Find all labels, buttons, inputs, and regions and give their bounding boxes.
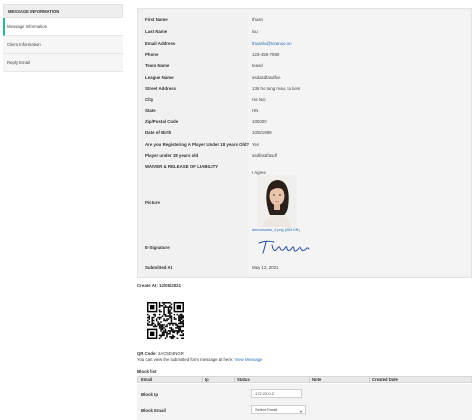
block-list-title: Block list (137, 369, 157, 374)
field-value: asdfasdfasdf (252, 153, 277, 158)
field-value: May 12, 2021 (252, 265, 279, 270)
column-header-ip: Ip (205, 377, 209, 382)
block-email-select-value: Select Email (255, 407, 278, 412)
column-divider (369, 377, 370, 383)
column-divider (202, 377, 203, 383)
values-column (248, 11, 470, 275)
field-label: State (145, 108, 156, 113)
field-value: 123-456-7890 (252, 52, 280, 57)
column-divider (309, 377, 310, 383)
field-label: Submitted At (145, 265, 173, 270)
qr-note: You can view the submitted form message … (137, 357, 262, 362)
block-form: Block Ip 172.22.0.2 Block Email Select E… (137, 384, 472, 420)
picture-file-link[interactable]: demoavatar_4.png (484 KB) (252, 228, 300, 232)
field-value: asdasdfasdfee (252, 75, 281, 80)
block-ip-label: Block Ip (141, 392, 159, 397)
qr-code-image (147, 302, 185, 340)
field-label: Picture (145, 200, 160, 205)
message-details-panel: First Name thuan Last Name luu Email Add… (137, 8, 472, 278)
qr-code-value: 2AC5D4NGR (158, 351, 184, 356)
field-label: WAIVER & RELEASE OF LIABILITY (145, 164, 219, 169)
block-email-select[interactable]: Select Email ▾ (251, 405, 306, 414)
qr-code-icon (147, 302, 185, 340)
avatar-photo (257, 175, 297, 227)
field-label: Last Name (145, 29, 168, 34)
field-value: thuan (252, 17, 263, 22)
field-label: Team Name (145, 63, 170, 68)
field-value: luu (252, 29, 258, 34)
email-link[interactable]: thuanlu@toranoe.vn (252, 41, 292, 46)
column-divider (234, 377, 235, 383)
field-label: Street Address (145, 86, 177, 91)
qr-code-label: QR Code: (137, 351, 157, 356)
qr-code-text: QR Code: 2AC5D4NGR (137, 351, 184, 356)
column-header-email: Email (141, 377, 153, 382)
field-label: Date of Birth (145, 130, 172, 135)
column-header-status: Status (237, 377, 250, 382)
block-email-label: Block Email (141, 408, 166, 413)
field-value: 100000 (252, 119, 267, 124)
block-ip-input[interactable]: 172.22.0.2 (251, 389, 302, 398)
sidebar-header: MESSAGE INFORMATION (3, 4, 123, 18)
field-value: teasd (252, 63, 263, 68)
signature-image (258, 240, 310, 254)
page: MESSAGE INFORMATION Message Information … (0, 0, 474, 420)
field-label: E-Signature (145, 245, 170, 250)
sidebar-item-message-information[interactable]: Message Information (3, 18, 123, 36)
field-value: 10/5/1988 (252, 130, 272, 135)
sidebar-item-client-information[interactable]: Client Information (3, 36, 123, 54)
field-label: Phone (145, 52, 159, 57)
e-signature (256, 237, 312, 255)
sidebar: MESSAGE INFORMATION Message Information … (3, 4, 123, 72)
column-header-created-date: Created Date (372, 377, 398, 382)
field-label: Player under 18 years old (145, 153, 199, 158)
created-at: Create At: 12/05/2021 (137, 283, 182, 288)
field-label: City (145, 97, 154, 102)
field-value: Yes (252, 142, 260, 147)
field-value: 136 ho tung mau, tu liem (252, 86, 301, 91)
block-list-table-header: Email Ip Status Note Created Date (137, 376, 472, 383)
field-value: HN (252, 108, 259, 113)
avatar-image (257, 175, 297, 227)
view-message-link[interactable]: View Message (235, 357, 263, 362)
field-value: Ha Noi (252, 97, 266, 102)
chevron-down-icon: ▾ (299, 409, 302, 414)
qr-note-text: You can view the submitted form message … (137, 357, 234, 362)
field-label: Email Address (145, 41, 176, 46)
column-header-note: Note (312, 377, 322, 382)
sidebar-item-reply-email[interactable]: Reply Email (3, 54, 123, 72)
field-label: Are you Registering A Player Under 18 ye… (145, 142, 250, 147)
field-label: First Name (145, 17, 168, 22)
field-label: League Name (145, 75, 174, 80)
field-label: Zip/Postal Code (145, 119, 179, 124)
